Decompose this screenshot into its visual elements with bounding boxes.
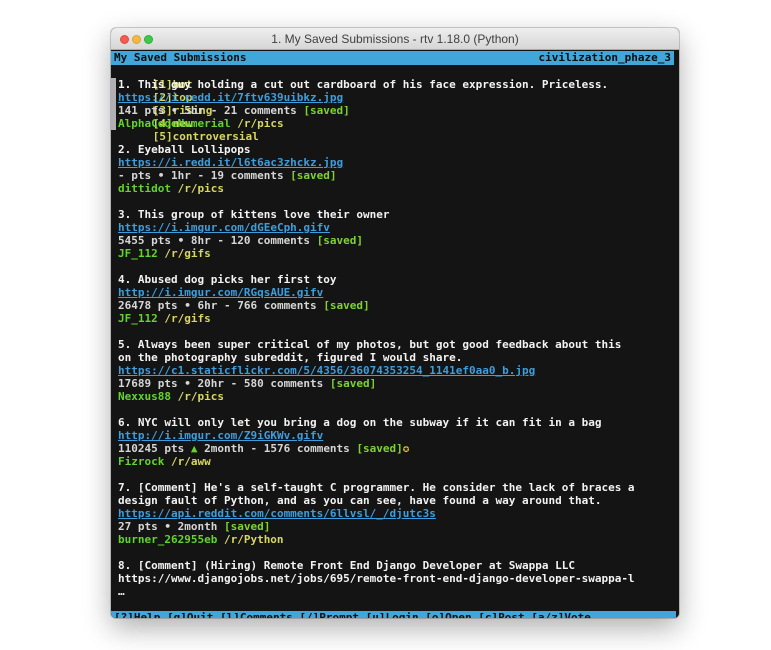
submission-row[interactable]: 8. [Comment] (Hiring) Remote Front End D… xyxy=(118,559,635,598)
submission-row[interactable]: 1. This guy holding a cut out cardboard … xyxy=(118,78,635,130)
submission-title[interactable]: 7. [Comment] He's a self-taught C progra… xyxy=(118,481,635,507)
close-button[interactable] xyxy=(120,35,129,44)
header-username: civilization_phaze_3 xyxy=(539,51,671,65)
submission-byline: Fizrock/r/aww xyxy=(118,455,635,468)
submission-byline: burner_262955eb/r/Python xyxy=(118,533,635,546)
selection-cursor xyxy=(111,78,116,130)
submission-stats: 110245 pts ▲ 2month - 1576 comments [sav… xyxy=(118,442,635,455)
subreddit-name: /r/gifs xyxy=(164,247,210,260)
submission-stats: 27 pts • 2month [saved] xyxy=(118,520,635,533)
minimize-button[interactable] xyxy=(132,35,141,44)
author-name: Nexxus88 xyxy=(118,390,171,403)
terminal-window: 1. My Saved Submissions - rtv 1.18.0 (Py… xyxy=(111,28,679,618)
submission-link[interactable]: https://i.redd.it/7ftv639uibkz.jpg xyxy=(118,91,343,104)
submission-byline: AlphaCodeNumerial/r/pics xyxy=(118,117,635,130)
subreddit-name: /r/gifs xyxy=(164,312,210,325)
submission-row[interactable]: 2. Eyeball Lollipops https://i.redd.it/l… xyxy=(118,143,635,195)
submission-stats: 26478 pts • 6hr - 766 comments [saved] xyxy=(118,299,635,312)
zoom-button[interactable] xyxy=(144,35,153,44)
gilded-icon: ✪ xyxy=(403,442,410,455)
submission-title[interactable]: 1. This guy holding a cut out cardboard … xyxy=(118,78,635,91)
header-left-title: My Saved Submissions xyxy=(114,51,246,65)
header-bar: My Saved Submissions civilization_phaze_… xyxy=(111,51,674,65)
submission-byline: JF_112/r/gifs xyxy=(118,312,635,325)
submission-link[interactable]: http://i.imgur.com/RGqsAUE.gifv xyxy=(118,286,323,299)
submission-row[interactable]: 4. Abused dog picks her first toy http:/… xyxy=(118,273,635,325)
subreddit-name: /r/aww xyxy=(171,455,211,468)
saved-badge: [saved] xyxy=(330,377,376,390)
submission-link[interactable]: http://i.imgur.com/Z9iGKWv.gifv xyxy=(118,429,323,442)
author-name: JF_112 xyxy=(118,247,158,260)
author-name: dittidot xyxy=(118,182,171,195)
submission-row[interactable]: 7. [Comment] He's a self-taught C progra… xyxy=(118,481,635,546)
truncation-ellipsis: … xyxy=(118,585,635,598)
submission-list: 1. This guy holding a cut out cardboard … xyxy=(111,78,679,611)
saved-badge: [saved] xyxy=(224,520,270,533)
submission-title[interactable]: 4. Abused dog picks her first toy xyxy=(118,273,635,286)
submission-title[interactable]: 6. NYC will only let you bring a dog on … xyxy=(118,416,635,429)
terminal-content: My Saved Submissions civilization_phaze_… xyxy=(111,50,679,618)
author-name: burner_262955eb xyxy=(118,533,217,546)
subreddit-name: /r/pics xyxy=(178,390,224,403)
keybinding-help: [?]Help [q]Quit [l]Comments [/]Prompt [u… xyxy=(114,611,591,618)
submission-stats: 141 pts • 5hr - 21 comments [saved] xyxy=(118,104,635,117)
author-name: JF_112 xyxy=(118,312,158,325)
saved-badge: [saved] xyxy=(303,104,349,117)
submission-link[interactable]: https://i.redd.it/l6t6ac3zhckz.jpg xyxy=(118,156,343,169)
submission-stats: 17689 pts • 20hr - 580 comments [saved] xyxy=(118,377,635,390)
window-titlebar[interactable]: 1. My Saved Submissions - rtv 1.18.0 (Py… xyxy=(111,28,679,50)
sort-tabs: [1]hot [2]top [3]rising [4]new [5]contro… xyxy=(111,65,679,78)
submission-title[interactable]: 5. Always been super critical of my phot… xyxy=(118,338,635,364)
submission-link[interactable]: https://c1.staticflickr.com/5/4356/36074… xyxy=(118,364,535,377)
submission-row[interactable]: 5. Always been super critical of my phot… xyxy=(118,338,635,403)
submission-title[interactable]: 3. This group of kittens love their owne… xyxy=(118,208,635,221)
author-name: AlphaCodeNumerial xyxy=(118,117,231,130)
submission-title-url[interactable]: https://www.djangojobs.net/jobs/695/remo… xyxy=(118,572,635,585)
window-title: 1. My Saved Submissions - rtv 1.18.0 (Py… xyxy=(271,32,518,46)
submission-stats: - pts • 1hr - 19 comments [saved] xyxy=(118,169,635,182)
submission-link[interactable]: https://i.imgur.com/dGEeCph.gifv xyxy=(118,221,330,234)
submission-byline: JF_112/r/gifs xyxy=(118,247,635,260)
submission-link[interactable]: https://api.reddit.com/comments/6llvsl/_… xyxy=(118,507,436,520)
traffic-lights xyxy=(120,35,153,44)
submission-title[interactable]: 2. Eyeball Lollipops xyxy=(118,143,635,156)
submission-byline: dittidot/r/pics xyxy=(118,182,635,195)
saved-badge: [saved] xyxy=(323,299,369,312)
submission-title[interactable]: 8. [Comment] (Hiring) Remote Front End D… xyxy=(118,559,635,572)
saved-badge: [saved] xyxy=(356,442,402,455)
submission-byline: Nexxus88/r/pics xyxy=(118,390,635,403)
submission-stats: 5455 pts • 8hr - 120 comments [saved] xyxy=(118,234,635,247)
submission-row[interactable]: 6. NYC will only let you bring a dog on … xyxy=(118,416,635,468)
subreddit-name: /r/Python xyxy=(224,533,284,546)
subreddit-name: /r/pics xyxy=(237,117,283,130)
saved-badge: [saved] xyxy=(290,169,336,182)
subreddit-name: /r/pics xyxy=(178,182,224,195)
author-name: Fizrock xyxy=(118,455,164,468)
saved-badge: [saved] xyxy=(317,234,363,247)
submission-row[interactable]: 3. This group of kittens love their owne… xyxy=(118,208,635,260)
status-bar: [?]Help [q]Quit [l]Comments [/]Prompt [u… xyxy=(111,611,676,618)
